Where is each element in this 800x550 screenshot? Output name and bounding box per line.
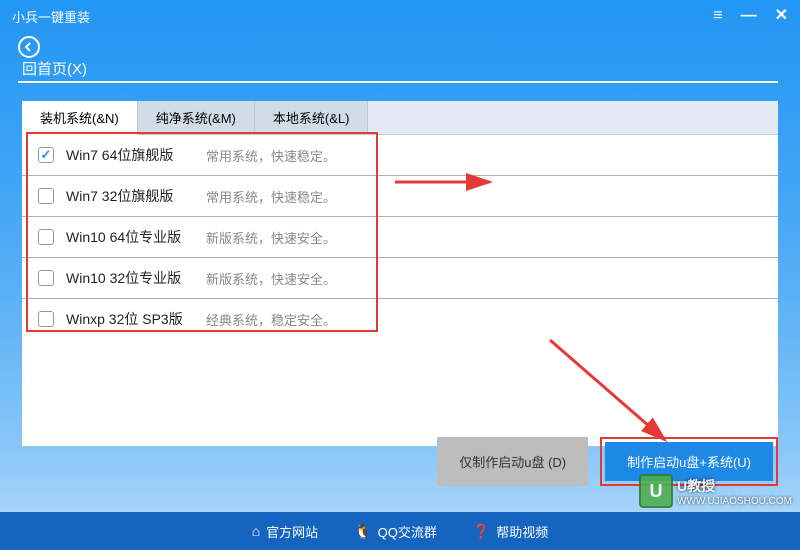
system-name: Win7 32位旗舰版 xyxy=(66,186,206,206)
qq-icon: 🐧 xyxy=(354,523,371,540)
tab-pure-system[interactable]: 纯净系统(&M) xyxy=(138,101,255,134)
minimize-button[interactable]: — xyxy=(741,8,757,24)
system-name: Win10 32位专业版 xyxy=(66,268,206,288)
back-arrow-icon xyxy=(18,36,40,58)
system-desc: 经典系统，稳定安全。 xyxy=(206,310,336,329)
footer-help[interactable]: ❓ 帮助视频 xyxy=(473,522,548,541)
footer: ⌂ 官方网站 🐧 QQ交流群 ❓ 帮助视频 xyxy=(0,512,800,550)
footer-website[interactable]: ⌂ 官方网站 xyxy=(252,522,318,541)
system-name: Win10 64位专业版 xyxy=(66,227,206,247)
system-desc: 常用系统，快速稳定。 xyxy=(206,187,336,206)
help-icon: ❓ xyxy=(473,523,490,540)
menu-icon[interactable]: ≡ xyxy=(713,8,722,24)
footer-qq-group[interactable]: 🐧 QQ交流群 xyxy=(354,522,437,541)
watermark: U U教授 WWW.UJIAOSHOU.COM xyxy=(639,474,792,508)
tab-local-system[interactable]: 本地系统(&L) xyxy=(255,101,369,134)
list-item[interactable]: Win10 32位专业版 新版系统，快速安全。 xyxy=(22,258,778,299)
system-desc: 新版系统，快速安全。 xyxy=(206,228,336,247)
app-window: 小兵一键重装 ≡ — ✕ 回首页(X) 装机系统(&N) 纯净系统(&M) 本地… xyxy=(0,0,800,550)
close-button[interactable]: ✕ xyxy=(775,8,788,24)
footer-label: 帮助视频 xyxy=(496,522,548,541)
make-boot-only-button[interactable]: 仅制作启动u盘 (D) xyxy=(437,437,588,486)
checkbox[interactable] xyxy=(38,270,54,286)
checkbox[interactable] xyxy=(38,147,54,163)
window-controls: ≡ — ✕ xyxy=(713,8,788,24)
system-name: Win7 64位旗舰版 xyxy=(66,145,206,165)
watermark-brand: U教授 xyxy=(677,476,792,496)
system-name: Winxp 32位 SP3版 xyxy=(66,309,206,329)
tab-install-system[interactable]: 装机系统(&N) xyxy=(22,101,138,135)
titlebar: 小兵一键重装 ≡ — ✕ xyxy=(0,0,800,32)
checkbox[interactable] xyxy=(38,229,54,245)
content-panel: 装机系统(&N) 纯净系统(&M) 本地系统(&L) Win7 64位旗舰版 常… xyxy=(22,101,778,446)
app-title: 小兵一键重装 xyxy=(12,7,90,26)
back-label: 回首页(X) xyxy=(22,61,87,78)
system-desc: 新版系统，快速安全。 xyxy=(206,269,336,288)
system-desc: 常用系统，快速稳定。 xyxy=(206,146,336,165)
system-list: Win7 64位旗舰版 常用系统，快速稳定。 Win7 32位旗舰版 常用系统，… xyxy=(22,135,778,339)
checkbox[interactable] xyxy=(38,311,54,327)
footer-label: 官方网站 xyxy=(266,522,318,541)
list-item[interactable]: Win10 64位专业版 新版系统，快速安全。 xyxy=(22,217,778,258)
list-item[interactable]: Winxp 32位 SP3版 经典系统，稳定安全。 xyxy=(22,299,778,339)
list-item[interactable]: Win7 32位旗舰版 常用系统，快速稳定。 xyxy=(22,176,778,217)
home-icon: ⌂ xyxy=(252,523,260,539)
list-item[interactable]: Win7 64位旗舰版 常用系统，快速稳定。 xyxy=(22,135,778,176)
watermark-badge: U xyxy=(639,474,673,508)
watermark-url: WWW.UJIAOSHOU.COM xyxy=(677,496,792,507)
back-nav[interactable]: 回首页(X) xyxy=(0,32,800,91)
checkbox[interactable] xyxy=(38,188,54,204)
footer-label: QQ交流群 xyxy=(378,522,437,541)
tabs: 装机系统(&N) 纯净系统(&M) 本地系统(&L) xyxy=(22,101,778,135)
